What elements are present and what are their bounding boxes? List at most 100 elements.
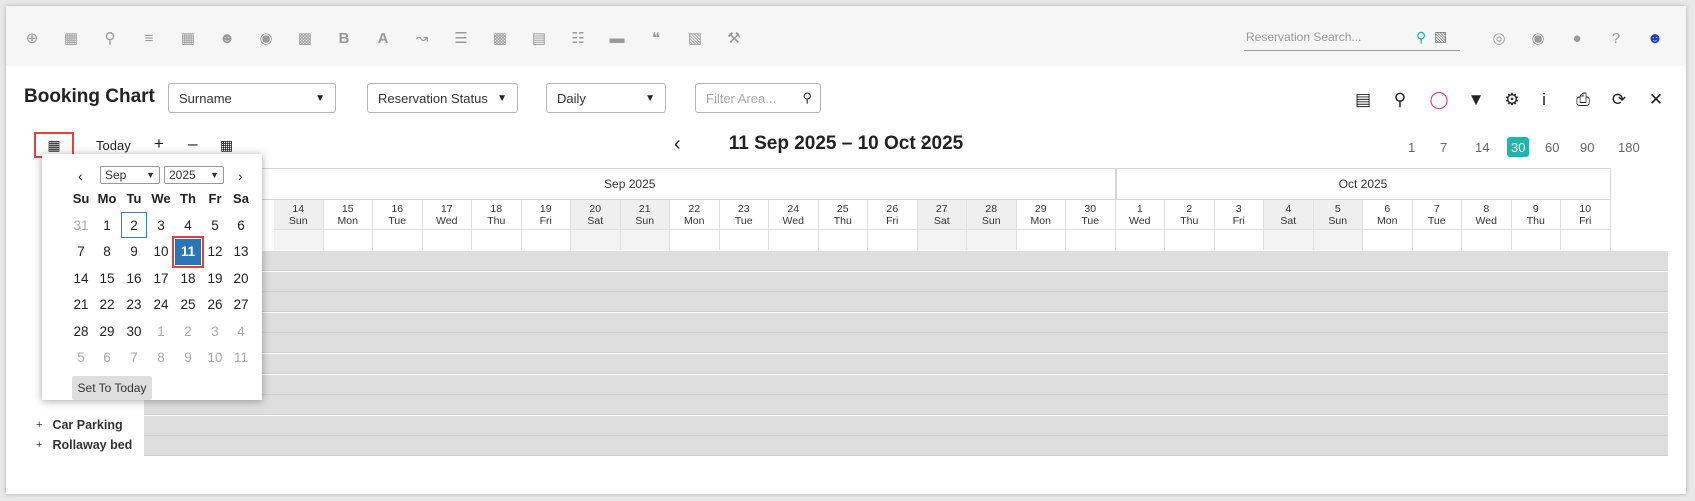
font-a-icon[interactable]: A <box>373 28 393 48</box>
selected-date[interactable]: 11 <box>172 235 204 268</box>
date-cell[interactable]: 11 <box>228 345 254 371</box>
close-icon[interactable]: ✕ <box>1646 90 1666 110</box>
filter-area[interactable]: ⚲ <box>695 83 821 113</box>
date-cell[interactable]: 6 <box>94 345 120 371</box>
date-cell[interactable]: 6 <box>228 212 254 238</box>
date-cell[interactable]: 17 <box>148 265 174 291</box>
date-cell[interactable]: 8 <box>148 345 174 371</box>
filter-area-input[interactable] <box>704 89 798 107</box>
today-button[interactable]: Today <box>96 138 131 153</box>
chart-row[interactable] <box>144 415 1668 436</box>
date-cell[interactable]: 9 <box>121 239 147 265</box>
date-cell[interactable]: 25 <box>175 292 201 318</box>
zoom-option-60[interactable]: 60 <box>1541 137 1563 157</box>
search-icon[interactable]: ⚲ <box>1416 29 1426 46</box>
bell-icon[interactable]: ◉ <box>1528 28 1548 48</box>
date-cell[interactable]: 15 <box>94 265 120 291</box>
zoom-option-90[interactable]: 90 <box>1576 137 1598 157</box>
date-cell[interactable]: 2 <box>121 212 147 238</box>
cart-icon[interactable]: ☷ <box>568 28 588 48</box>
zoom-out-button[interactable]: – <box>188 134 197 154</box>
expand-icon[interactable]: + <box>36 439 42 451</box>
sort-select[interactable]: Surname ▼ <box>168 83 336 113</box>
chart-row[interactable] <box>144 395 1668 416</box>
help-icon[interactable]: ? <box>1606 28 1626 48</box>
prev-month-icon[interactable]: ‹ <box>78 168 83 184</box>
chart-row[interactable] <box>144 436 1668 457</box>
sliders-icon[interactable]: ≡ <box>139 28 159 48</box>
next-range-button[interactable]: › <box>920 133 927 156</box>
zoom-option-30[interactable]: 30 <box>1507 137 1530 157</box>
next-month-icon[interactable]: › <box>238 168 243 184</box>
search-icon[interactable]: ⚲ <box>802 90 812 106</box>
date-cell[interactable]: 31 <box>68 212 94 238</box>
grid-icon[interactable]: ▦ <box>178 28 198 48</box>
quote-icon[interactable]: ❝ <box>646 28 666 48</box>
set-to-today-button[interactable]: Set To Today <box>72 376 152 400</box>
date-cell[interactable]: 23 <box>121 292 147 318</box>
chart-row[interactable] <box>144 251 1668 271</box>
date-cell[interactable]: 27 <box>228 292 254 318</box>
pin-icon[interactable]: ⚲ <box>1390 90 1410 110</box>
date-cell[interactable]: 2 <box>175 318 201 344</box>
comment-icon[interactable]: ◯ <box>1429 90 1449 110</box>
money-icon[interactable]: ▩ <box>490 28 510 48</box>
month-select[interactable]: Sep ▼ <box>100 166 160 184</box>
date-cell[interactable]: 4 <box>175 212 201 238</box>
checklist-icon[interactable]: ☰ <box>451 28 471 48</box>
search-icon[interactable]: ⚲ <box>100 28 120 48</box>
date-cell[interactable]: 26 <box>202 292 228 318</box>
chart-row[interactable] <box>144 374 1668 395</box>
bed-search-icon[interactable]: ▧ <box>1434 28 1447 45</box>
chat-icon[interactable]: ● <box>1567 28 1587 48</box>
date-cell[interactable]: 20 <box>228 265 254 291</box>
date-cell[interactable]: 10 <box>202 345 228 371</box>
chart-row[interactable] <box>144 312 1668 333</box>
date-cell[interactable]: 24 <box>148 292 174 318</box>
line-chart-icon[interactable]: ↝ <box>412 28 432 48</box>
date-cell[interactable]: 7 <box>68 239 94 265</box>
filter-icon[interactable]: ▼ <box>1466 90 1486 110</box>
zoom-option-14[interactable]: 14 <box>1471 137 1493 157</box>
date-cell[interactable]: 3 <box>202 318 228 344</box>
list-icon[interactable]: ▤ <box>1353 90 1373 110</box>
chart-row[interactable] <box>144 333 1668 354</box>
reservation-search[interactable]: ⚲ ▧ <box>1244 26 1460 51</box>
date-cell[interactable]: 28 <box>68 318 94 344</box>
reservation-search-input[interactable] <box>1244 26 1418 48</box>
room-type-label[interactable]: + Car Parking <box>36 418 123 432</box>
date-cell[interactable]: 14 <box>68 265 94 291</box>
gear-icon[interactable]: ⚙ <box>1502 90 1522 110</box>
date-cell[interactable]: 5 <box>68 345 94 371</box>
globe-icon[interactable]: ◎ <box>1489 28 1509 48</box>
user-icon[interactable]: ☻ <box>1645 28 1665 48</box>
prev-range-button[interactable]: ‹ <box>674 133 681 156</box>
map-marker-icon[interactable]: ◉ <box>256 28 276 48</box>
status-select[interactable]: Reservation Status ▼ <box>367 83 518 113</box>
refresh-icon[interactable]: ⟳ <box>1609 90 1629 110</box>
zoom-option-180[interactable]: 180 <box>1614 137 1644 157</box>
date-cell[interactable]: 3 <box>148 212 174 238</box>
chart-row[interactable] <box>144 354 1668 374</box>
year-select[interactable]: 2025 ▼ <box>164 166 224 184</box>
chart-row[interactable] <box>144 271 1668 292</box>
date-cell[interactable]: 10 <box>148 239 174 265</box>
date-cell[interactable]: 5 <box>202 212 228 238</box>
users-icon[interactable]: ☻ <box>217 28 237 48</box>
date-cell[interactable]: 4 <box>228 318 254 344</box>
calendar-today-icon[interactable]: ▦ <box>220 137 233 154</box>
info-icon[interactable]: i <box>1534 90 1554 110</box>
zoom-option-1[interactable]: 1 <box>1404 137 1419 157</box>
date-cell[interactable]: 18 <box>175 265 201 291</box>
date-cell[interactable]: 22 <box>94 292 120 318</box>
room-type-label[interactable]: + Rollaway bed <box>36 438 132 452</box>
date-cell[interactable]: 21 <box>68 292 94 318</box>
calendar-icon[interactable]: ▦ <box>61 28 81 48</box>
chart-row[interactable] <box>144 292 1668 313</box>
tag-money-icon[interactable]: ▬ <box>607 28 627 48</box>
document-icon[interactable]: ▤ <box>529 28 549 48</box>
date-cell[interactable]: 1 <box>94 212 120 238</box>
expand-icon[interactable]: + <box>36 419 42 431</box>
zoom-option-7[interactable]: 7 <box>1436 137 1451 157</box>
date-cell[interactable]: 8 <box>94 239 120 265</box>
